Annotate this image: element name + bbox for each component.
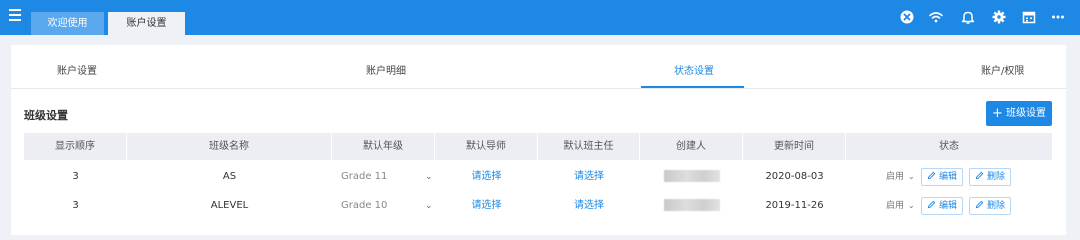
grade-select-value: Grade 11 bbox=[341, 171, 388, 182]
head-teacher-select[interactable]: 请选择 bbox=[538, 192, 640, 220]
grade-select-value: Grade 10 bbox=[341, 200, 388, 211]
delete-button[interactable]: 删除 bbox=[969, 168, 1012, 186]
tutor-select[interactable]: 请选择 bbox=[435, 192, 538, 220]
more-icon[interactable] bbox=[1050, 9, 1066, 25]
content-panel: 账户设置 账户明细 状态设置 账户/权限 班级设置 + 班级设置 显示顺序 班级名… bbox=[11, 45, 1066, 235]
delete-label: 删除 bbox=[987, 172, 1006, 182]
tab-account-settings[interactable]: 账户设置 bbox=[108, 12, 185, 35]
redacted-name bbox=[663, 199, 720, 211]
cell-class-name: ALEVEL bbox=[210, 200, 249, 211]
cell-order: 3 bbox=[72, 200, 79, 211]
column-header-head-teacher: 默认班主任 bbox=[538, 133, 640, 160]
wifi-icon[interactable] bbox=[928, 9, 944, 25]
subtab-account-details[interactable]: 账户明细 bbox=[366, 62, 406, 77]
table-header: 显示顺序 班级名称 默认年级 默认导师 默认班主任 创建人 更新时间 状态 bbox=[24, 133, 1052, 160]
top-bar: 欢迎使用 账户设置 bbox=[0, 0, 1080, 35]
close-circle-icon[interactable] bbox=[899, 9, 915, 25]
bell-icon[interactable] bbox=[960, 9, 976, 25]
tab-welcome[interactable]: 欢迎使用 bbox=[31, 12, 104, 35]
subtab-divider bbox=[11, 88, 1066, 89]
table-row: 3 ALEVEL Grade 10 ⌄ 请选择 请选择 2019-11-26 启… bbox=[24, 192, 1052, 220]
menu-icon[interactable] bbox=[9, 9, 21, 21]
pencil-icon bbox=[975, 171, 984, 180]
edit-button[interactable]: 编辑 bbox=[921, 168, 964, 186]
cell-order: 3 bbox=[72, 171, 79, 182]
cell-creator-redacted bbox=[640, 163, 743, 191]
grade-select[interactable]: Grade 11 ⌄ bbox=[341, 163, 435, 191]
status-select[interactable]: 启用 bbox=[886, 163, 904, 191]
column-header-tutor: 默认导师 bbox=[435, 133, 538, 160]
column-header-creator: 创建人 bbox=[640, 133, 743, 160]
chevron-down-icon: ⌄ bbox=[425, 201, 433, 211]
pencil-icon bbox=[927, 200, 936, 209]
column-header-order: 显示顺序 bbox=[24, 133, 127, 160]
edit-label: 编辑 bbox=[939, 201, 958, 211]
delete-label: 删除 bbox=[987, 201, 1006, 211]
column-header-grade: 默认年级 bbox=[332, 133, 435, 160]
add-class-setting-label: 班级设置 bbox=[1005, 108, 1046, 119]
subtab-account-settings[interactable]: 账户设置 bbox=[57, 62, 97, 77]
tutor-select[interactable]: 请选择 bbox=[435, 163, 538, 191]
column-header-class-name: 班级名称 bbox=[127, 133, 332, 160]
redacted-name bbox=[663, 170, 720, 182]
subtab-status-settings[interactable]: 状态设置 bbox=[674, 62, 714, 77]
edit-label: 编辑 bbox=[939, 172, 958, 182]
column-header-status: 状态 bbox=[939, 141, 959, 152]
cell-creator-redacted bbox=[640, 192, 743, 220]
subtab-account-permissions[interactable]: 账户/权限 bbox=[981, 62, 1024, 77]
section-title: 班级设置 bbox=[24, 109, 68, 122]
gear-icon[interactable] bbox=[991, 9, 1007, 25]
delete-button[interactable]: 删除 bbox=[969, 197, 1012, 215]
chevron-down-icon[interactable]: ⌄ bbox=[908, 163, 915, 191]
edit-button[interactable]: 编辑 bbox=[921, 197, 964, 215]
chevron-down-icon[interactable]: ⌄ bbox=[908, 192, 915, 220]
pencil-icon bbox=[975, 200, 984, 209]
calendar-icon[interactable] bbox=[1021, 9, 1037, 25]
cell-class-name: AS bbox=[222, 171, 237, 182]
plus-icon: + bbox=[992, 106, 1003, 121]
cell-updated: 2020-08-03 bbox=[765, 171, 824, 182]
chevron-down-icon: ⌄ bbox=[425, 172, 433, 182]
add-class-setting-button[interactable]: + 班级设置 bbox=[986, 101, 1052, 126]
column-header-updated: 更新时间 bbox=[743, 133, 846, 160]
pencil-icon bbox=[927, 171, 936, 180]
table-row: 3 AS Grade 11 ⌄ 请选择 请选择 2020-08-03 启用 ⌄ … bbox=[24, 163, 1052, 191]
grade-select[interactable]: Grade 10 ⌄ bbox=[341, 192, 435, 220]
head-teacher-select[interactable]: 请选择 bbox=[538, 163, 640, 191]
cell-updated: 2019-11-26 bbox=[765, 200, 824, 211]
status-select[interactable]: 启用 bbox=[886, 192, 904, 220]
